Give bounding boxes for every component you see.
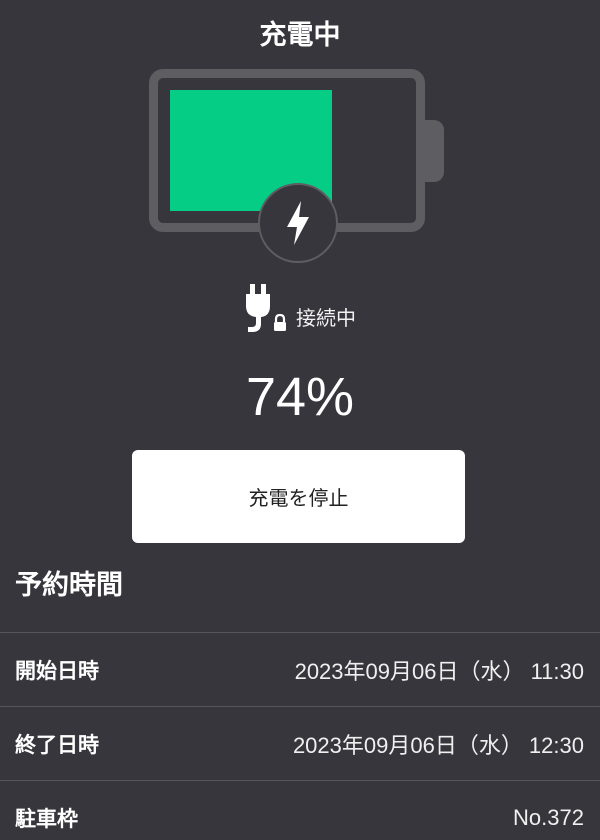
parking-label: 駐車枠: [15, 806, 78, 831]
page-title: 充電中: [259, 20, 341, 51]
reservation-row-start: 開始日時 2023年09月06日（水） 11:30: [0, 632, 600, 706]
lock-icon: [274, 314, 286, 331]
reservation-row-end: 終了日時 2023年09月06日（水） 12:30: [0, 706, 600, 780]
plug-icon: [244, 284, 292, 336]
stop-charging-button[interactable]: 充電を停止: [132, 450, 465, 543]
connection-label: 接続中: [296, 306, 356, 330]
end-label: 終了日時: [15, 732, 99, 757]
lightning-bolt-icon: [258, 183, 338, 263]
reservation-title: 予約時間: [15, 570, 123, 601]
start-value: 2023年09月06日（水） 11:30: [294, 658, 584, 684]
connection-status: 接続中: [0, 284, 600, 336]
charging-screen: 充電中 接続中 74% 充電を停止 予約時間 開始日時 2023年09月06日（…: [0, 0, 600, 840]
start-label: 開始日時: [15, 658, 99, 683]
charge-percentage: 74%: [245, 367, 355, 427]
reservation-row-parking: 駐車枠 No.372: [0, 780, 600, 840]
battery-tip: [422, 120, 444, 182]
end-value: 2023年09月06日（水） 12:30: [292, 732, 584, 758]
parking-value: No.372: [513, 804, 584, 830]
